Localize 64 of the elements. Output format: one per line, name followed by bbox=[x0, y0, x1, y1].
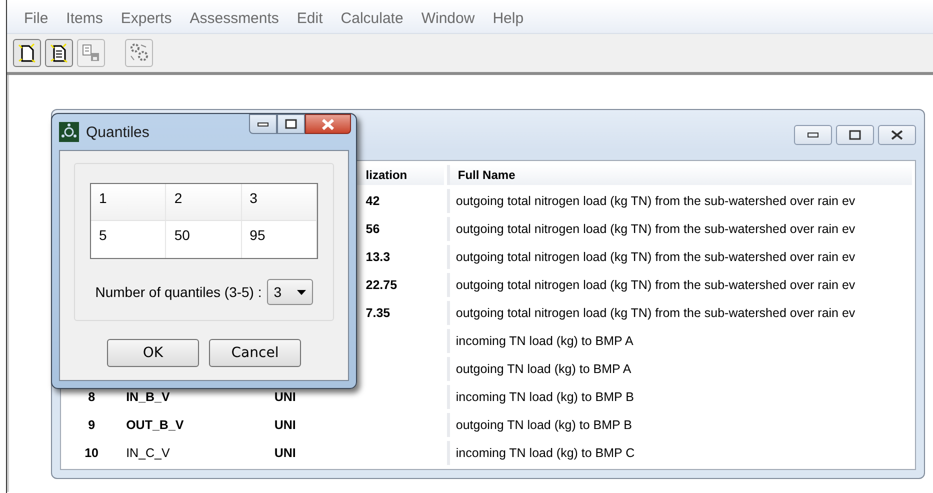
maximize-icon bbox=[849, 130, 861, 140]
minimize-icon bbox=[807, 132, 819, 138]
table-cell: 22.75 bbox=[366, 278, 398, 292]
menu-item[interactable]: Calculate bbox=[332, 10, 412, 27]
menu-item[interactable]: File bbox=[15, 10, 58, 27]
table-cell: OUT_B_V bbox=[126, 418, 184, 432]
close-button[interactable] bbox=[305, 114, 351, 134]
table-cell: UNI bbox=[274, 418, 296, 432]
gears-icon bbox=[129, 42, 149, 64]
minimize-icon bbox=[257, 122, 269, 126]
grid-cell[interactable]: 5 bbox=[99, 227, 107, 243]
document-icon bbox=[50, 43, 68, 63]
table-cell: UNI bbox=[274, 390, 296, 404]
column-header[interactable]: Full Name bbox=[446, 165, 912, 185]
minimize-button[interactable] bbox=[249, 114, 277, 134]
quantiles-label: Number of quantiles (3-5) : bbox=[95, 284, 262, 300]
minimize-button[interactable] bbox=[794, 125, 832, 145]
grid-cell[interactable]: 1 bbox=[99, 190, 107, 206]
row-number: 8 bbox=[88, 390, 96, 404]
caret-icon bbox=[296, 290, 306, 294]
table-cell: incoming TN load (kg) to BMP C bbox=[456, 446, 635, 460]
table-cell: outgoing TN load (kg) to BMP A bbox=[456, 362, 632, 376]
grid-cell[interactable]: 2 bbox=[174, 190, 182, 206]
new-file-icon bbox=[18, 43, 36, 63]
save-document-icon bbox=[81, 43, 101, 63]
table-cell: UNI bbox=[274, 446, 296, 460]
table-cell: 42 bbox=[366, 194, 380, 208]
table-cell: incoming TN load (kg) to BMP A bbox=[456, 334, 634, 348]
grid-cell[interactable]: 50 bbox=[174, 227, 190, 243]
toolbar-button[interactable] bbox=[45, 39, 73, 67]
close-icon bbox=[321, 118, 335, 130]
table-cell: IN_C_V bbox=[126, 446, 170, 460]
maximize-button[interactable] bbox=[836, 125, 874, 145]
table-cell: 7.35 bbox=[366, 306, 390, 320]
row-number: 10 bbox=[84, 446, 98, 460]
menu-item[interactable]: Edit bbox=[288, 10, 332, 27]
dialog-button[interactable]: Cancel bbox=[209, 339, 301, 367]
app-icon bbox=[59, 122, 79, 142]
table-cell: outgoing total nitrogen load (kg TN) from the sub-watershed over rain ev bbox=[456, 306, 856, 320]
menu-item[interactable]: Help bbox=[484, 10, 533, 27]
menu-item[interactable]: Assessments bbox=[180, 10, 288, 27]
close-button[interactable] bbox=[878, 125, 916, 145]
quantiles-dropdown[interactable]: 3 bbox=[266, 279, 313, 305]
toolbar-button[interactable] bbox=[13, 39, 41, 67]
table-cell: outgoing total nitrogen load (kg TN) from the sub-watershed over rain ev bbox=[456, 250, 856, 264]
row-number: 9 bbox=[88, 418, 96, 432]
menu-item[interactable]: Window bbox=[412, 10, 484, 27]
maximize-button[interactable] bbox=[277, 114, 305, 134]
grid-cell[interactable]: 3 bbox=[250, 190, 258, 206]
dialog-title: Quantiles bbox=[86, 124, 150, 140]
table-cell: outgoing total nitrogen load (kg TN) from the sub-watershed over rain ev bbox=[456, 222, 856, 236]
table-cell: 56 bbox=[366, 222, 380, 236]
close-icon bbox=[891, 130, 903, 140]
maximize-icon bbox=[285, 119, 297, 129]
menu-item[interactable]: Items bbox=[57, 10, 112, 27]
grid-cell[interactable]: 95 bbox=[250, 227, 266, 243]
table-cell: outgoing total nitrogen load (kg TN) from the sub-watershed over rain ev bbox=[456, 278, 856, 292]
table-cell: 13.3 bbox=[366, 250, 390, 264]
table-cell: outgoing total nitrogen load (kg TN) from the sub-watershed over rain ev bbox=[456, 194, 856, 208]
table-cell: IN_B_V bbox=[126, 390, 170, 404]
menu-item[interactable]: Experts bbox=[112, 10, 181, 27]
table-cell: outgoing TN load (kg) to BMP B bbox=[456, 418, 632, 432]
dialog-button[interactable]: OK bbox=[107, 339, 199, 367]
table-cell: incoming TN load (kg) to BMP B bbox=[456, 390, 634, 404]
